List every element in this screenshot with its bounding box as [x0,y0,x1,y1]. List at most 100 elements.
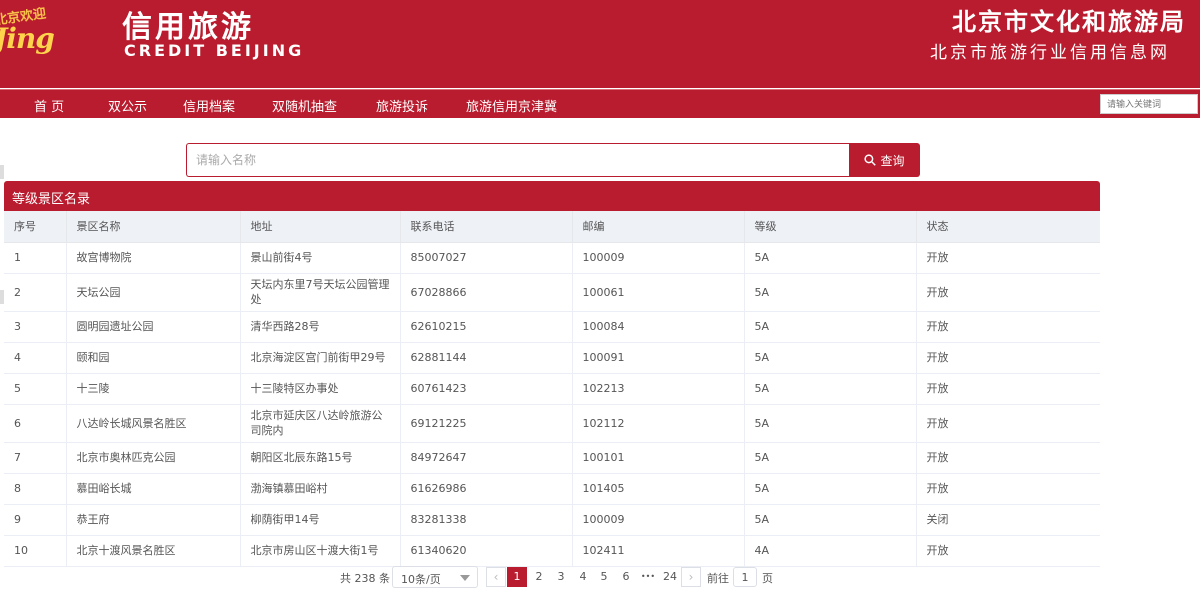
cell-status: 开放 [916,311,1100,343]
cell-zip: 100084 [572,311,745,343]
nav-item-jingjinji[interactable]: 旅游信用京津冀 [466,96,557,115]
pagination-total: 共 238 条 [340,572,390,585]
cell-level: 5A [744,442,917,474]
cell-address: 景山前街4号 [240,242,401,274]
search-icon [864,154,877,166]
left-edge-marker [0,165,4,179]
cell-status: 关闭 [916,504,1100,536]
page-button-2[interactable]: 2 [529,567,549,587]
cell-phone: 62881144 [400,342,573,374]
cell-address: 十三陵特区办事处 [240,373,401,405]
cell-name: 颐和园 [66,342,241,374]
brand-subtitle: CREDIT BEIJING [124,41,305,60]
search-button-label: 查询 [880,153,905,168]
table-row[interactable]: 5 十三陵 十三陵特区办事处 60761423 102213 5A 开放 [4,373,1100,405]
nav-item-complaint[interactable]: 旅游投诉 [376,96,428,115]
cell-level: 5A [744,404,917,443]
main-nav: 首 页 双公示 信用档案 双随机抽查 旅游投诉 旅游信用京津冀 [0,89,1200,118]
cell-phone: 84972647 [400,442,573,474]
scenic-spots-table: 序号 景区名称 地址 联系电话 邮编 等级 状态 1 故宫博物院 景山前街4号 … [4,211,1100,567]
cell-zip: 102213 [572,373,745,405]
page-button-last[interactable]: 24 [660,567,680,587]
cell-zip: 101405 [572,473,745,505]
cell-phone: 61340620 [400,535,573,567]
cell-level: 5A [744,342,917,374]
cell-phone: 85007027 [400,242,573,274]
nav-search-input[interactable] [1100,94,1198,114]
col-header-index[interactable]: 序号 [4,211,67,243]
cell-status: 开放 [916,373,1100,405]
cell-name: 北京市奥林匹克公园 [66,442,241,474]
nav-item-home[interactable]: 首 页 [34,96,64,115]
cell-index: 8 [4,473,67,505]
chevron-down-icon [460,575,470,581]
cell-phone: 69121225 [400,404,573,443]
search-button[interactable]: 查询 [849,143,920,177]
page-button-3[interactable]: 3 [551,567,571,587]
cell-index: 10 [4,535,67,567]
cell-status: 开放 [916,442,1100,474]
page-size-value: 10条/页 [401,573,441,586]
cell-address: 清华西路28号 [240,311,401,343]
cell-name: 圆明园遗址公园 [66,311,241,343]
search-input[interactable] [186,143,850,177]
table-header-row: 序号 景区名称 地址 联系电话 邮编 等级 状态 [4,211,1100,243]
table-row[interactable]: 6 八达岭长城风景名胜区 北京市延庆区八达岭旅游公司院内 69121225 10… [4,404,1100,443]
table-row[interactable]: 1 故宫博物院 景山前街4号 85007027 100009 5A 开放 [4,242,1100,274]
cell-status: 开放 [916,535,1100,567]
cell-status: 开放 [916,273,1100,312]
cell-index: 7 [4,442,67,474]
page-size-select[interactable]: 10条/页 [392,566,478,588]
goto-page-input[interactable] [733,567,757,587]
cell-zip: 100061 [572,273,745,312]
nav-item-credit-file[interactable]: 信用档案 [183,96,235,115]
cell-zip: 102411 [572,535,745,567]
cell-level: 5A [744,311,917,343]
brand-title: 信用旅游 [122,10,254,45]
cell-name: 慕田峪长城 [66,473,241,505]
panel-title: 等级景区名录 [4,181,1100,211]
prev-page-button[interactable]: ‹ [486,567,506,587]
cell-zip: 100091 [572,342,745,374]
cell-name: 恭王府 [66,504,241,536]
table-row[interactable]: 3 圆明园遗址公园 清华西路28号 62610215 100084 5A 开放 [4,311,1100,343]
page-button-6[interactable]: 6 [616,567,636,587]
cell-address: 朝阳区北辰东路15号 [240,442,401,474]
page-button-1[interactable]: 1 [507,567,527,587]
cell-level: 5A [744,473,917,505]
next-page-button[interactable]: › [681,567,701,587]
col-header-name[interactable]: 景区名称 [66,211,241,243]
cell-phone: 60761423 [400,373,573,405]
cell-phone: 61626986 [400,473,573,505]
table-row[interactable]: 10 北京十渡风景名胜区 北京市房山区十渡大街1号 61340620 10241… [4,535,1100,567]
cell-zip: 100009 [572,504,745,536]
cell-status: 开放 [916,342,1100,374]
cell-name: 北京十渡风景名胜区 [66,535,241,567]
col-header-level[interactable]: 等级 [744,211,917,243]
cell-index: 4 [4,342,67,374]
col-header-zip[interactable]: 邮编 [572,211,745,243]
nav-item-random-check[interactable]: 双随机抽查 [272,96,337,115]
nav-item-public[interactable]: 双公示 [108,96,147,115]
cell-address: 柳荫街甲14号 [240,504,401,536]
table-row[interactable]: 9 恭王府 柳荫街甲14号 83281338 100009 5A 关闭 [4,504,1100,536]
table-row[interactable]: 4 颐和园 北京海淀区宫门前街甲29号 62881144 100091 5A 开… [4,342,1100,374]
table-row[interactable]: 2 天坛公园 天坛内东里7号天坛公园管理处 67028866 100061 5A… [4,273,1100,312]
cell-index: 9 [4,504,67,536]
cell-zip: 100009 [572,242,745,274]
beijing-logo[interactable]: 北京欢迎 Jing [0,4,64,64]
col-header-phone[interactable]: 联系电话 [400,211,573,243]
cell-level: 5A [744,504,917,536]
col-header-address[interactable]: 地址 [240,211,401,243]
goto-label: 前往 [707,572,729,585]
cell-level: 5A [744,242,917,274]
cell-address: 渤海镇慕田峪村 [240,473,401,505]
page-ellipsis[interactable]: ••• [638,567,658,587]
page-button-5[interactable]: 5 [594,567,614,587]
table-row[interactable]: 8 慕田峪长城 渤海镇慕田峪村 61626986 101405 5A 开放 [4,473,1100,505]
page-button-4[interactable]: 4 [573,567,593,587]
cell-zip: 102112 [572,404,745,443]
table-row[interactable]: 7 北京市奥林匹克公园 朝阳区北辰东路15号 84972647 100101 5… [4,442,1100,474]
col-header-status[interactable]: 状态 [916,211,1100,243]
cell-name: 天坛公园 [66,273,241,312]
